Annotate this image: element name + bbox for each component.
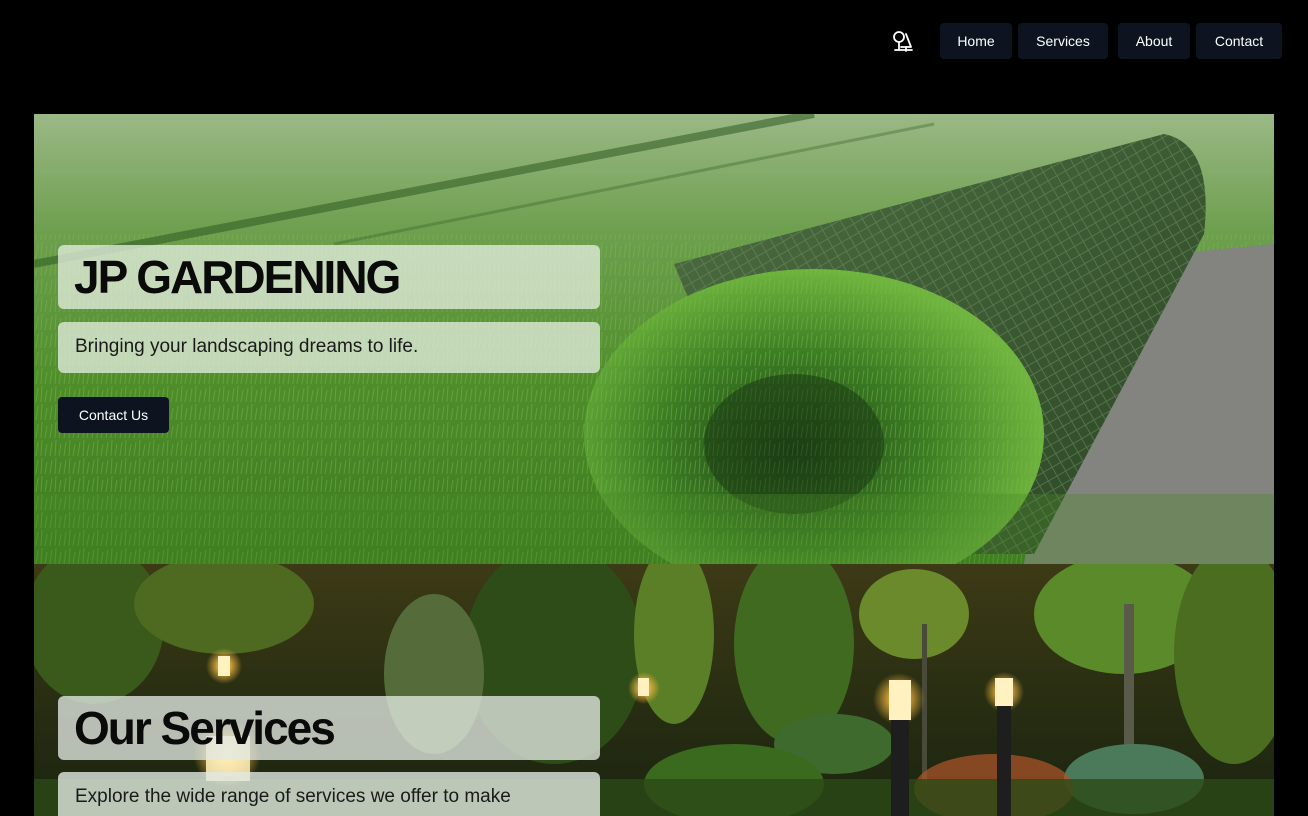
services-subtitle: Explore the wide range of services we of…	[75, 786, 511, 807]
services-title: Our Services	[74, 702, 336, 754]
hero-title-panel: JP GARDENING	[58, 245, 600, 309]
nav-about-button[interactable]: About	[1118, 23, 1190, 59]
plant-icon-svg	[893, 31, 913, 52]
services-subtitle-panel: Explore the wide range of services we of…	[58, 772, 600, 816]
nav-home-button[interactable]: Home	[940, 23, 1012, 59]
contact-us-button[interactable]: Contact Us	[58, 397, 169, 433]
hero-subtitle: Bringing your landscaping dreams to life…	[75, 336, 419, 357]
hero-title: JP GARDENING	[74, 251, 401, 303]
top-nav: Home Services About Contact	[0, 0, 1308, 114]
hero-section: JP GARDENING Bringing your landscaping d…	[34, 114, 1274, 564]
nav-contact-button[interactable]: Contact	[1196, 23, 1282, 59]
hero-subtitle-panel: Bringing your landscaping dreams to life…	[58, 322, 600, 373]
services-title-panel: Our Services	[58, 696, 600, 760]
plant-icon[interactable]	[890, 28, 916, 54]
services-section: Our Services Explore the wide range of s…	[34, 564, 1274, 816]
nav-services-button[interactable]: Services	[1018, 23, 1108, 59]
